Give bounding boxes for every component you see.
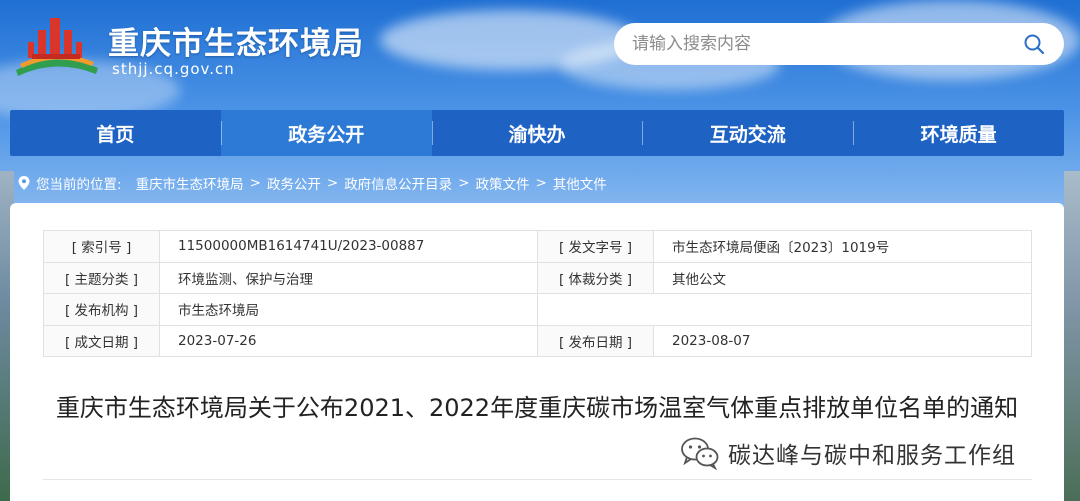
published-date-value: 2023-08-07 <box>653 324 1032 357</box>
search-input[interactable] <box>632 34 1022 54</box>
breadcrumb: 您当前的位置: 重庆市生态环境局 > 政务公开 > 政府信息公开目录 > 政策文… <box>18 173 607 193</box>
nav-item-government-affairs[interactable]: 政务公开 <box>220 110 432 156</box>
table-row: [ 主题分类 ] 环境监测、保护与治理 [ 体裁分类 ] 其他公文 <box>43 261 1032 294</box>
nav-item-home[interactable]: 首页 <box>10 110 221 156</box>
table-row: [ 成文日期 ] 2023-07-26 [ 发布日期 ] 2023-08-07 <box>43 324 1032 357</box>
breadcrumb-item-policy-files[interactable]: 政策文件 <box>476 173 530 193</box>
doc-number-label: [ 发文字号 ] <box>537 230 654 263</box>
breadcrumb-item-other-files[interactable]: 其他文件 <box>553 173 607 193</box>
breadcrumb-separator: > <box>458 175 470 191</box>
breadcrumb-item-home[interactable]: 重庆市生态环境局 <box>136 173 244 193</box>
table-row: [ 索引号 ] 11500000MB1614741U/2023-00887 [ … <box>43 230 1032 263</box>
breadcrumb-item-info-directory[interactable]: 政府信息公开目录 <box>344 173 452 193</box>
divider <box>43 479 1032 480</box>
topic-label: [ 主题分类 ] <box>43 261 160 294</box>
wechat-icon <box>681 437 719 470</box>
search-box[interactable] <box>614 23 1064 65</box>
empty-cell <box>537 293 1032 326</box>
doc-number-value: 市生态环境局便函〔2023〕1019号 <box>653 230 1032 263</box>
watermark: 碳达峰与碳中和服务工作组 <box>680 436 1016 470</box>
main-nav: 首页 政务公开 渝快办 互动交流 环境质量 <box>10 110 1064 156</box>
site-title[interactable]: 重庆市生态环境局 <box>108 18 364 63</box>
document-meta-table: [ 索引号 ] 11500000MB1614741U/2023-00887 [ … <box>43 230 1032 357</box>
site-domain: sthjj.cq.gov.cn <box>112 60 235 78</box>
published-date-label: [ 发布日期 ] <box>537 324 654 357</box>
breadcrumb-label: 您当前的位置: <box>36 177 122 193</box>
nav-item-environment-quality[interactable]: 环境质量 <box>853 110 1064 156</box>
table-row: [ 发布机构 ] 市生态环境局 <box>43 293 1032 326</box>
issuer-value: 市生态环境局 <box>159 293 538 326</box>
topic-value: 环境监测、保护与治理 <box>159 261 538 294</box>
location-pin-icon <box>18 176 30 190</box>
site-header: 重庆市生态环境局 sthjj.cq.gov.cn <box>0 0 1080 108</box>
created-date-value: 2023-07-26 <box>159 324 538 357</box>
watermark-text: 碳达峰与碳中和服务工作组 <box>728 443 1016 469</box>
issuer-label: [ 发布机构 ] <box>43 293 160 326</box>
nav-item-interaction[interactable]: 互动交流 <box>642 110 853 156</box>
breadcrumb-separator: > <box>249 175 261 191</box>
genre-value: 其他公文 <box>653 261 1032 294</box>
genre-label: [ 体裁分类 ] <box>537 261 654 294</box>
emblem-logo-icon[interactable] <box>10 10 102 80</box>
breadcrumb-item-government-affairs[interactable]: 政务公开 <box>267 173 321 193</box>
breadcrumb-separator: > <box>326 175 339 191</box>
search-icon[interactable] <box>1022 32 1046 56</box>
nav-item-yukuaiban[interactable]: 渝快办 <box>431 110 643 156</box>
city-skyline-right <box>1064 171 1080 501</box>
document-title: 重庆市生态环境局关于公布2021、2022年度重庆碳市场温室气体重点排放单位名单… <box>55 394 1019 422</box>
created-date-label: [ 成文日期 ] <box>43 324 160 357</box>
index-label: [ 索引号 ] <box>43 230 160 263</box>
breadcrumb-separator: > <box>535 175 547 191</box>
index-value: 11500000MB1614741U/2023-00887 <box>159 230 538 263</box>
